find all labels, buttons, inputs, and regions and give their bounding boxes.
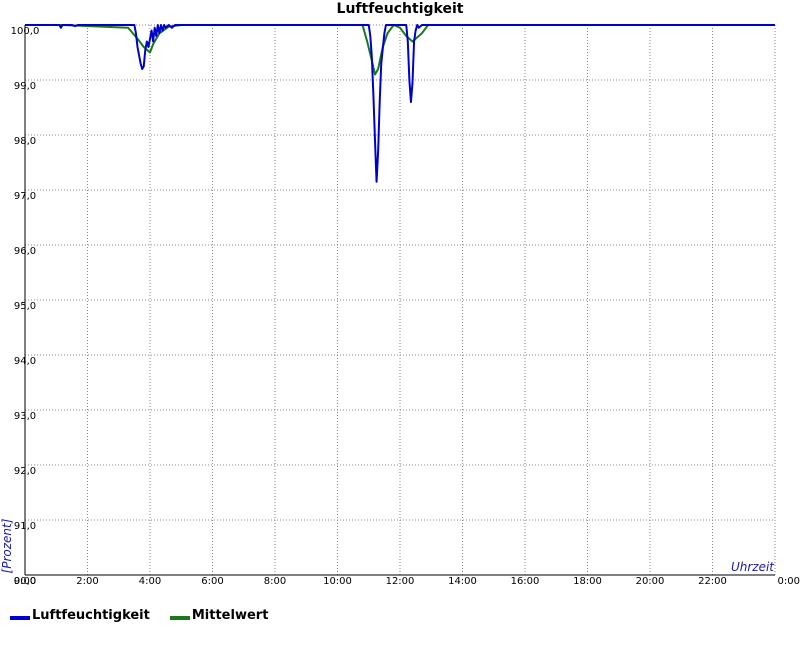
x-tick-label: 18:00 bbox=[573, 576, 602, 587]
y-tick-label: 95,0 bbox=[14, 301, 36, 312]
y-tick-label: 98,0 bbox=[14, 136, 36, 147]
x-tick-label: 6:00 bbox=[201, 576, 223, 587]
x-tick-label: 2:00 bbox=[76, 576, 98, 587]
x-axis-label: Uhrzeit bbox=[731, 560, 775, 574]
legend-label-mittelwert: Mittelwert bbox=[191, 608, 269, 623]
x-tick-label: 22:00 bbox=[698, 576, 727, 587]
x-tick-label: 16:00 bbox=[511, 576, 540, 587]
legend-item-mittelwert: Mittelwert bbox=[169, 608, 269, 623]
chart: Luftfeuchtigkeit 90,091,092,093,094,095,… bbox=[0, 1, 800, 587]
legend: Luftfeuchtigkeit Mittelwert bbox=[10, 608, 268, 623]
y-tick-label: 93,0 bbox=[14, 411, 36, 422]
legend-swatch-mittelwert bbox=[169, 615, 190, 620]
x-tick-label: 0:00 bbox=[778, 576, 800, 587]
grid bbox=[25, 24, 776, 575]
x-tick-label: 10:00 bbox=[323, 576, 352, 587]
x-tick-label: 4:00 bbox=[139, 576, 161, 587]
legend-item-luftfeuchtigkeit: Luftfeuchtigkeit bbox=[10, 608, 150, 623]
y-tick-label: 99,0 bbox=[14, 81, 36, 92]
x-tick-label: 8:00 bbox=[264, 576, 286, 587]
y-tick-label: 92,0 bbox=[14, 466, 36, 477]
x-tick-label: 0:00 bbox=[14, 576, 36, 587]
y-axis-label: [Prozent] bbox=[0, 518, 14, 573]
y-tick-label: 100,0 bbox=[11, 26, 40, 37]
x-tick-label: 20:00 bbox=[636, 576, 665, 587]
y-tick-label: 96,0 bbox=[14, 246, 36, 257]
legend-swatch-luftfeuchtigkeit bbox=[10, 615, 30, 620]
y-tick-label: 97,0 bbox=[14, 191, 36, 202]
chart-title: Luftfeuchtigkeit bbox=[337, 1, 464, 17]
x-tick-label: 14:00 bbox=[448, 576, 477, 587]
y-tick-label: 91,0 bbox=[14, 521, 36, 532]
x-ticks: 0:00 2:00 4:00 6:00 8:00 10:00 12:00 14:00 16:00… bbox=[14, 576, 800, 587]
legend-label-luftfeuchtigkeit: Luftfeuchtigkeit bbox=[32, 608, 150, 623]
y-tick-label: 94,0 bbox=[14, 356, 36, 367]
x-tick-label: 12:00 bbox=[386, 576, 415, 587]
